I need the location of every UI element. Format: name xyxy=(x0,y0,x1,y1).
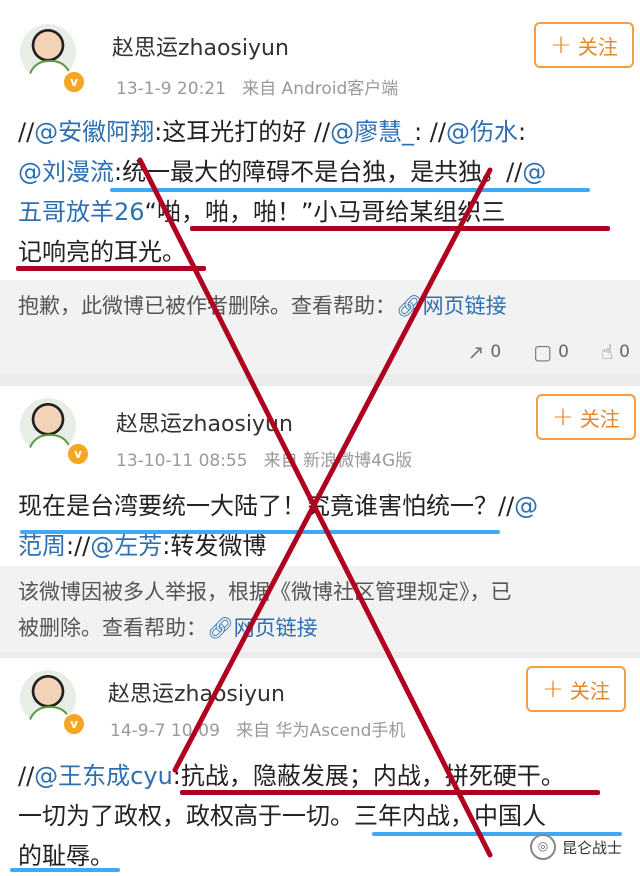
timestamp: 13-10-11 08:55 xyxy=(116,451,248,471)
post-text: 现在是台湾要统一大陆了！究竟谁害怕统一？//@ 范周://@左芳:转发微博 xyxy=(18,486,628,566)
text-line: 一切为了政权，政权高于一切。三年内战，中国人 xyxy=(18,802,546,830)
post-1: v 赵思运zhaosiyun 13-1-9 20:21 来自 Android客户… xyxy=(0,0,640,280)
deleted-notice: 抱歉，此微博已被作者删除。查看帮助：🔗︎网页链接 xyxy=(18,294,507,318)
link-icon: 🔗︎ xyxy=(396,294,423,318)
follow-button[interactable]: + 关注 xyxy=(536,394,636,440)
repost-icon: ↗ xyxy=(467,340,485,364)
verified-badge-icon: v xyxy=(66,442,90,466)
post-text: //@安徽阿翔:这耳光打的好 //@廖慧_: //@伤水: @刘漫流:统一最大的… xyxy=(18,112,628,272)
text-line: //@安徽阿翔:这耳光打的好 //@廖慧_: //@伤水: xyxy=(18,118,527,146)
comment-icon: ▢ xyxy=(533,340,553,364)
mention-link[interactable]: 五哥放羊26 xyxy=(18,198,145,226)
post-actions: ↗ 0 ▢ 0 ☝ 0 xyxy=(370,334,640,370)
post-2: v 赵思运zhaosiyun 13-10-11 08:55 来自 新浪微博4G版… xyxy=(0,386,640,566)
mention-link[interactable]: @廖慧_ xyxy=(330,118,414,146)
follow-button[interactable]: + 关注 xyxy=(526,666,626,712)
red-underline xyxy=(190,226,610,231)
blue-underline xyxy=(110,188,590,192)
web-link[interactable]: 🔗︎网页链接 xyxy=(396,294,507,318)
deleted-notice-box: 该微博因被多人举报，根据《微博社区管理规定》，已 被删除。查看帮助：🔗︎网页链接 xyxy=(0,566,640,652)
mention-link[interactable]: @刘漫流 xyxy=(18,158,114,186)
like-button[interactable]: ☝ 0 xyxy=(601,340,630,364)
timestamp: 13-1-9 20:21 xyxy=(116,79,226,99)
plus-icon: + xyxy=(550,30,572,60)
mention-link[interactable]: @左芳 xyxy=(90,532,162,560)
red-underline xyxy=(180,790,600,795)
wechat-icon: ◎ xyxy=(529,834,556,860)
follow-button[interactable]: + 关注 xyxy=(534,22,634,68)
source: 来自 Android客户端 xyxy=(242,79,399,99)
timestamp: 14-9-7 10:09 xyxy=(110,721,220,741)
blue-underline xyxy=(10,868,120,872)
text-line: @刘漫流:统一最大的障碍不是台独，是共独。//@ xyxy=(18,158,547,186)
plus-icon: + xyxy=(552,402,574,432)
plus-icon: + xyxy=(542,674,564,704)
username[interactable]: 赵思运zhaosiyun xyxy=(116,406,293,438)
post-meta: 13-10-11 08:55 来自 新浪微博4G版 xyxy=(116,446,412,471)
mention-link[interactable]: @安徽阿翔 xyxy=(34,118,154,146)
comment-button[interactable]: ▢ 0 xyxy=(533,340,569,364)
like-icon: ☝ xyxy=(600,340,614,364)
source: 来自 华为Ascend手机 xyxy=(236,721,406,741)
link-icon: 🔗︎ xyxy=(207,616,234,640)
mention-link[interactable]: 范周 xyxy=(18,532,66,560)
verified-badge-icon: v xyxy=(62,70,86,94)
mention-link[interactable]: @王东成cyu xyxy=(34,762,173,790)
watermark: ◎ 昆仑战士 xyxy=(529,834,622,860)
username[interactable]: 赵思运zhaosiyun xyxy=(112,30,289,62)
deleted-notice: 该微博因被多人举报，根据《微博社区管理规定》，已 被删除。查看帮助：🔗︎网页链接 xyxy=(18,580,512,640)
repost-button[interactable]: ↗ 0 xyxy=(468,340,502,364)
post-meta: 13-1-9 20:21 来自 Android客户端 xyxy=(116,74,398,99)
post-meta: 14-9-7 10:09 来自 华为Ascend手机 xyxy=(110,716,405,741)
mention-link[interactable]: @伤水 xyxy=(446,118,518,146)
follow-label: 关注 xyxy=(579,406,620,431)
source: 来自 新浪微博4G版 xyxy=(263,451,413,471)
red-underline xyxy=(16,266,206,271)
follow-label: 关注 xyxy=(577,34,618,59)
separator xyxy=(0,374,640,386)
blue-underline xyxy=(20,530,500,534)
mention-link[interactable]: @ xyxy=(522,158,546,186)
verified-badge-icon: v xyxy=(62,712,86,736)
text-line: 现在是台湾要统一大陆了！究竟谁害怕统一？//@ xyxy=(18,492,539,520)
mention-link[interactable]: @ xyxy=(514,492,538,520)
username[interactable]: 赵思运zhaosiyun xyxy=(108,676,285,708)
follow-label: 关注 xyxy=(569,678,610,703)
web-link[interactable]: 🔗︎网页链接 xyxy=(207,616,318,640)
